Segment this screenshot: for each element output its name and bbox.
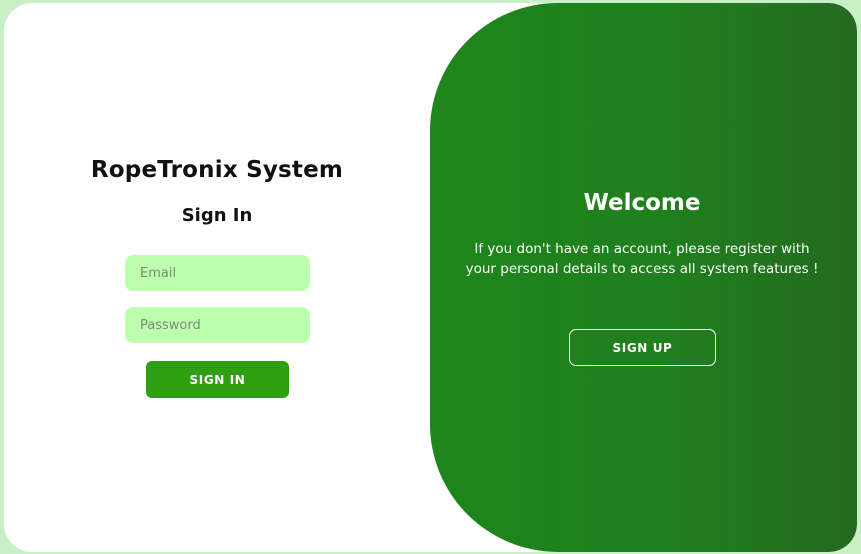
welcome-message: If you don't have an account, please reg… [465,241,819,277]
password-input[interactable] [125,307,310,343]
sign-in-button[interactable]: SIGN IN [146,361,289,398]
auth-card: RopeTronix System Sign In SIGN IN Welcom… [4,3,857,552]
sign-up-button[interactable]: SIGN UP [569,329,716,366]
sign-in-heading: Sign In [181,205,253,226]
sign-in-panel: RopeTronix System Sign In SIGN IN [4,3,434,552]
welcome-heading: Welcome [583,190,701,216]
welcome-panel: Welcome If you don't have an account, pl… [430,3,857,552]
email-input[interactable] [125,255,310,291]
app-title: RopeTronix System [90,157,344,183]
